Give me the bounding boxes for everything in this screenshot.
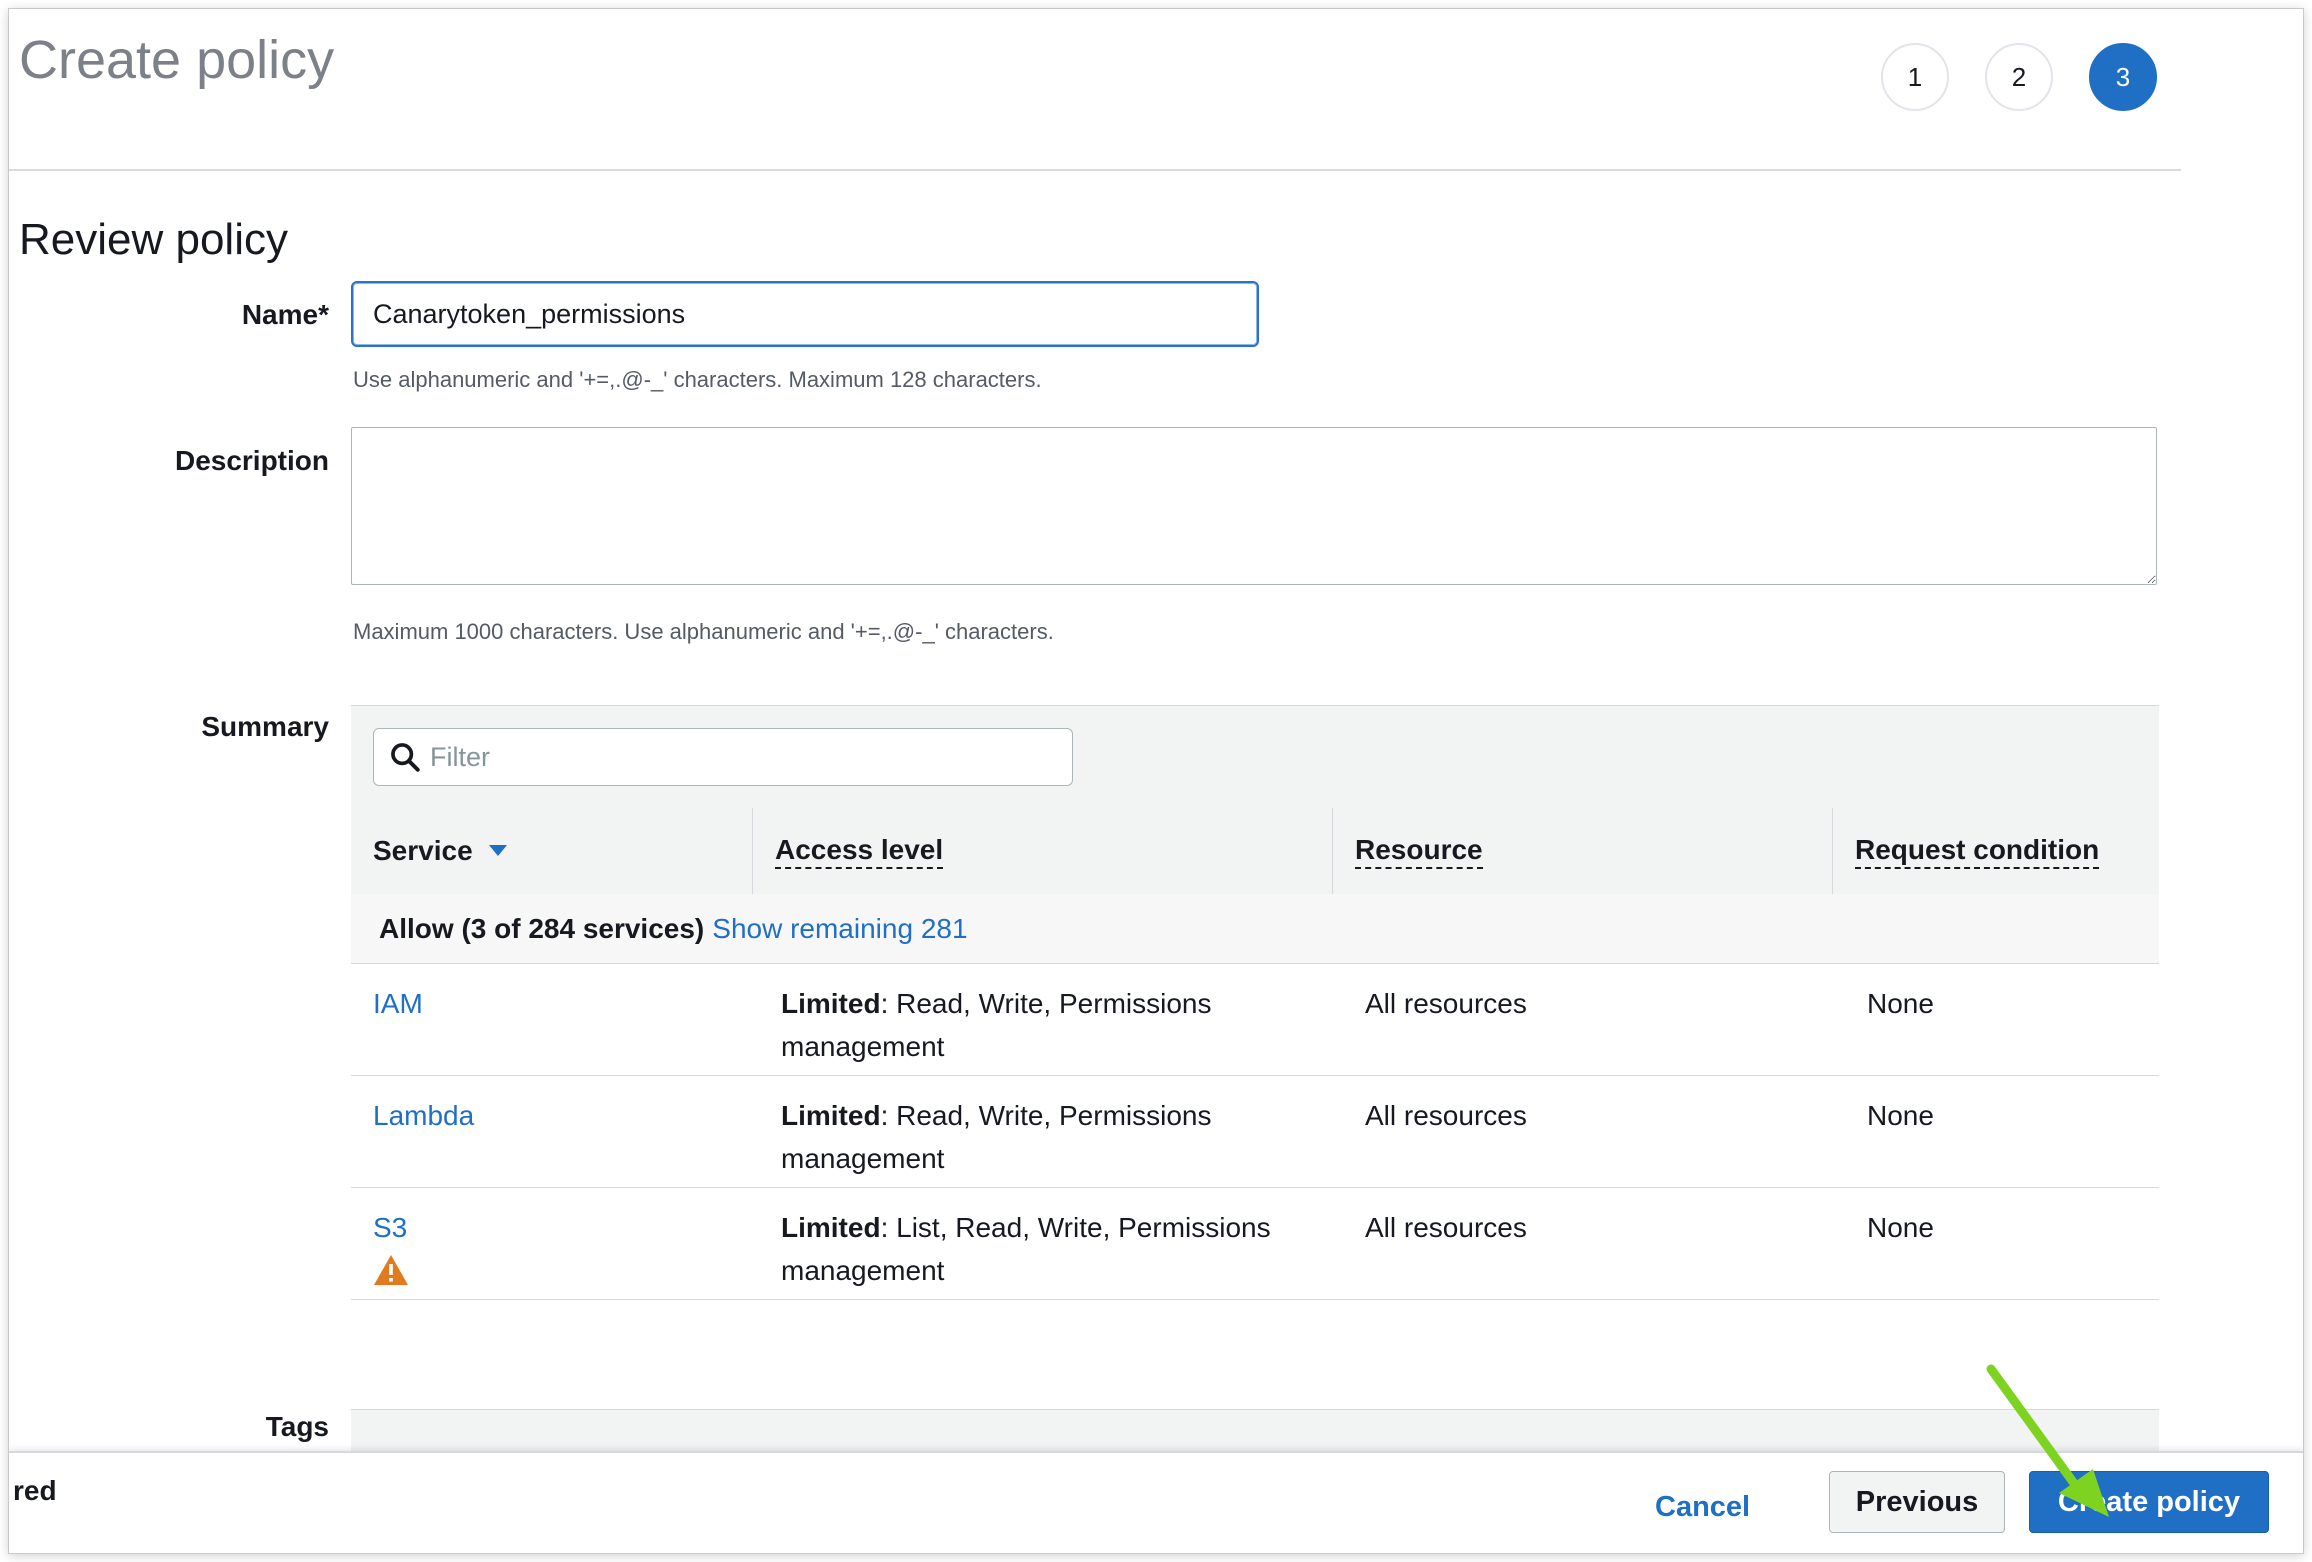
resource-cell: All resources	[1365, 988, 1527, 1019]
summary-label: Summary	[201, 711, 329, 742]
col-request-condition-label: Request condition	[1855, 833, 2100, 869]
service-link-iam[interactable]: IAM	[373, 982, 423, 1025]
description-textarea[interactable]	[351, 427, 2157, 585]
table-row: Lambda Limited: Read, Write, Permissions…	[351, 1076, 2159, 1188]
condition-cell: None	[1867, 1100, 1934, 1131]
create-policy-button[interactable]: Create policy	[2029, 1471, 2269, 1533]
access-level-strong: Limited	[781, 1212, 881, 1243]
filter-input[interactable]	[428, 740, 1072, 774]
footer-bar: red Cancel Previous Create policy	[9, 1451, 2303, 1553]
tags-label: Tags	[265, 1411, 329, 1442]
step-3[interactable]: 3	[2089, 43, 2157, 111]
allow-group-label: Allow (3 of 284 services)	[379, 912, 705, 944]
summary-table: Service Access level Resource Request co…	[351, 705, 2159, 1308]
footer-required-text: red	[13, 1475, 57, 1506]
table-row: IAM Limited: Read, Write, Permissions ma…	[351, 964, 2159, 1076]
resource-cell: All resources	[1365, 1100, 1527, 1131]
section-title: Review policy	[19, 215, 288, 264]
warning-triangle-icon[interactable]	[373, 1254, 409, 1286]
table-row: S3 Limited: List, Read, Write, Permissio…	[351, 1188, 2159, 1300]
caret-down-icon	[488, 845, 507, 856]
col-access-level-label: Access level	[775, 833, 944, 869]
step-indicator: 1 2 3	[1881, 43, 2157, 111]
allow-group-row: Allow (3 of 284 services) Show remaining…	[351, 894, 2159, 964]
previous-button[interactable]: Previous	[1829, 1471, 2005, 1533]
condition-cell: None	[1867, 988, 1934, 1019]
service-link-s3[interactable]: S3	[373, 1206, 407, 1249]
access-level-cell: Limited: Read, Write, Permissions manage…	[781, 1094, 1301, 1180]
resource-cell: All resources	[1365, 1212, 1527, 1243]
col-request-condition[interactable]: Request condition	[1833, 808, 2159, 894]
name-label: Name*	[241, 299, 329, 330]
step-1[interactable]: 1	[1881, 43, 1949, 111]
header-divider	[9, 169, 2181, 171]
search-icon	[391, 743, 420, 772]
description-label: Description	[174, 445, 329, 476]
show-remaining-link[interactable]: Show remaining 281	[712, 913, 967, 945]
service-link-lambda[interactable]: Lambda	[373, 1094, 474, 1137]
name-hint: Use alphanumeric and '+=,.@-_' character…	[353, 367, 1042, 392]
page-title: Create policy	[19, 30, 335, 90]
step-2[interactable]: 2	[1985, 43, 2053, 111]
access-level-cell: Limited: Read, Write, Permissions manage…	[781, 982, 1301, 1068]
table-header: Service Access level Resource Request co…	[351, 808, 2159, 895]
policy-name-input[interactable]	[351, 281, 1259, 347]
col-service-label: Service	[373, 835, 473, 866]
filter-field[interactable]	[373, 728, 1073, 786]
filter-bar	[351, 706, 2159, 809]
access-level-cell: Limited: List, Read, Write, Permissions …	[781, 1206, 1301, 1292]
col-resource[interactable]: Resource	[1333, 808, 1833, 894]
col-service[interactable]: Service	[351, 808, 753, 894]
cancel-button[interactable]: Cancel	[1649, 1481, 1756, 1533]
col-resource-label: Resource	[1355, 833, 1483, 869]
col-access-level[interactable]: Access level	[753, 808, 1333, 894]
description-hint: Maximum 1000 characters. Use alphanumeri…	[353, 619, 1054, 644]
window: Create policy 1 2 3 Review policy Name* …	[8, 8, 2304, 1554]
access-level-strong: Limited	[781, 1100, 881, 1131]
condition-cell: None	[1867, 1212, 1934, 1243]
access-level-strong: Limited	[781, 988, 881, 1019]
